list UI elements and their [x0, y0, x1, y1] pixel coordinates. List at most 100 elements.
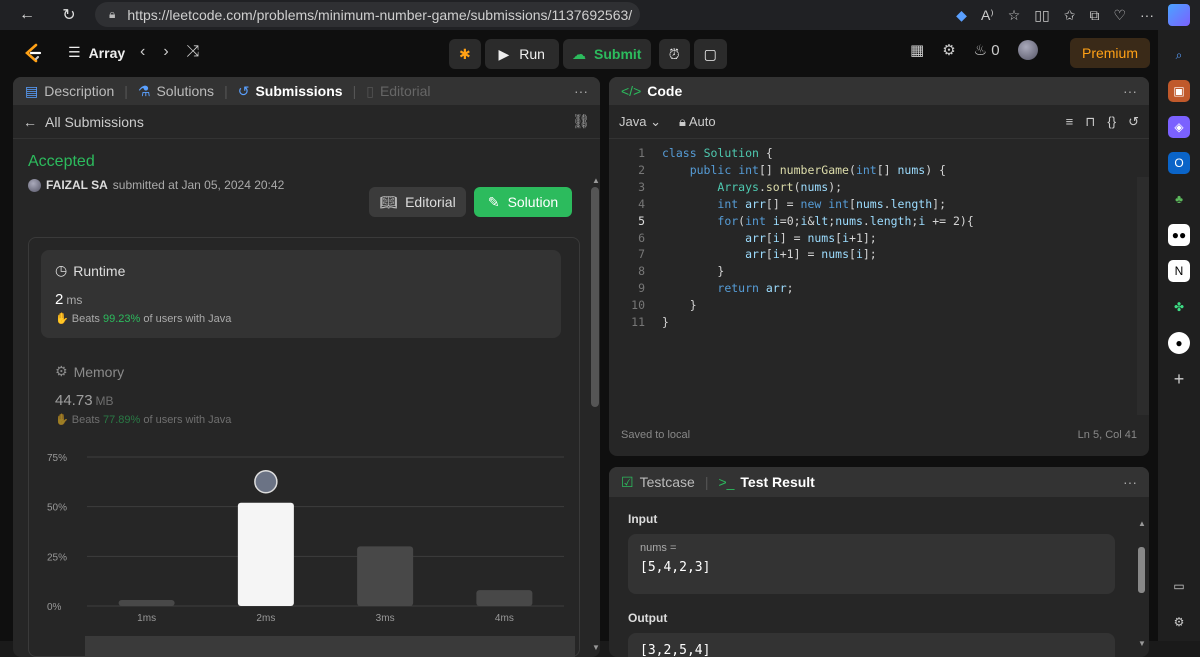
settings-gear-icon[interactable]: ⚙ [942, 41, 955, 59]
test-more-icon[interactable]: ··· [1123, 474, 1137, 490]
auto-mode[interactable]: 🔒︎ Auto [679, 114, 716, 130]
chart-bar[interactable] [237, 502, 294, 606]
scroll-up-icon[interactable]: ▲ [592, 176, 600, 185]
format-icon[interactable]: ≡ [1066, 114, 1074, 130]
profile-icon[interactable] [1168, 4, 1190, 26]
clover-icon[interactable]: ✤ [1168, 296, 1190, 318]
code-scrollbar[interactable] [1137, 177, 1149, 415]
notion-icon[interactable]: N [1168, 260, 1190, 282]
code-icon: </> [621, 83, 642, 99]
github-icon[interactable]: ● [1168, 332, 1190, 354]
chart-bar[interactable] [357, 546, 414, 606]
line-number: 10 [631, 298, 645, 313]
scroll-down-icon[interactable]: ▼ [592, 643, 600, 652]
test-scrollbar[interactable]: ▲ ▼ [1138, 519, 1146, 649]
address-bar[interactable]: 🔒︎ https://leetcode.com/problems/minimum… [95, 2, 640, 27]
tab-description[interactable]: Description [44, 83, 114, 99]
code-line[interactable]: arr[i+1] = nums[i]; [662, 246, 877, 263]
chart-bar[interactable] [118, 600, 175, 606]
link-icon[interactable]: ⛓ [572, 113, 590, 130]
runtime-beats-label: Beats [71, 313, 100, 325]
timer-button[interactable]: ⏰︎ [658, 39, 690, 69]
heart-icon[interactable]: ♡ [1113, 7, 1126, 24]
code-panel-header: </> Code ··· [609, 77, 1149, 105]
submitter-name[interactable]: FAIZAL SA [46, 178, 108, 192]
submit-button[interactable]: ☁ Submit [562, 39, 651, 69]
code-line[interactable]: class Solution { [662, 145, 773, 162]
note-icon: ▢ [703, 45, 717, 62]
braces-icon[interactable]: {} [1107, 114, 1116, 130]
code-editor[interactable]: 1 class Solution {2 public int[] numberGa… [609, 139, 1149, 409]
tab-submissions[interactable]: Submissions [255, 83, 342, 99]
runtime-title: Runtime [73, 262, 126, 279]
refresh-icon[interactable]: ↻ [56, 5, 82, 25]
shuffle-icon[interactable]: ⤨ [187, 43, 200, 61]
code-line[interactable]: } [662, 314, 669, 331]
run-button[interactable]: ▶ Run [484, 39, 559, 69]
next-problem-icon[interactable]: › [163, 43, 168, 61]
play-icon: ▶ [498, 45, 510, 62]
toolbox-icon[interactable]: ▣ [1168, 80, 1190, 102]
settings-icon[interactable]: ⚙ [1168, 611, 1190, 633]
code-line[interactable]: for(int i=0;i&lt;nums.length;i += 2){ [662, 213, 973, 230]
tab-editorial[interactable]: Editorial [380, 83, 431, 99]
star-icon[interactable]: ☆ [1008, 7, 1021, 24]
code-line[interactable]: arr[i] = nums[i+1]; [662, 230, 877, 247]
code-line[interactable]: Arrays.sort(nums); [662, 179, 842, 196]
code-line[interactable]: } [662, 297, 697, 314]
medium-icon[interactable]: ●● [1168, 224, 1190, 246]
all-submissions-link[interactable]: All Submissions [45, 114, 144, 130]
back-arrow-icon[interactable]: ← [23, 114, 37, 130]
panel-more-icon[interactable]: ··· [574, 83, 588, 99]
layout-grid-icon[interactable]: ▦ [910, 41, 924, 59]
read-aloud-icon[interactable]: A⁾ [981, 7, 994, 24]
premium-button[interactable]: Premium [1070, 38, 1150, 68]
problem-list-label: Array [88, 44, 126, 61]
code-line[interactable]: public int[] numberGame(int[] nums) { [662, 162, 946, 179]
tree-icon[interactable]: ♣ [1168, 188, 1190, 210]
reset-icon[interactable]: ↺ [1128, 114, 1139, 130]
chart-bar[interactable] [476, 590, 533, 606]
streak-counter[interactable]: ♨ 0 [974, 41, 1000, 59]
runtime-card[interactable]: ◷ Runtime 2 ms ✋ Beats 99.23% of users wit… [41, 250, 561, 338]
copilot-icon[interactable]: ◈ [1168, 116, 1190, 138]
leetcode-logo-icon[interactable] [22, 42, 44, 64]
solution-button[interactable]: ✎ Solution [474, 187, 572, 217]
prev-problem-icon[interactable]: ‹ [140, 43, 145, 61]
favorites-icon[interactable]: ✩ [1064, 7, 1076, 24]
sidebar-toggle-icon[interactable]: ▭ [1168, 575, 1190, 597]
split-screen-icon[interactable]: ▯▯ [1034, 7, 1049, 24]
more-icon[interactable]: ··· [1140, 7, 1154, 23]
code-line[interactable]: int arr[] = new int[nums.length]; [662, 196, 946, 213]
history-icon: ↺ [237, 82, 250, 99]
back-icon[interactable]: ← [14, 6, 40, 24]
notes-button[interactable]: ▢ [693, 39, 727, 69]
code-line[interactable]: return arr; [662, 280, 793, 297]
bookmark-icon[interactable]: ⊓ [1085, 114, 1095, 130]
tab-test-result[interactable]: Test Result [740, 474, 814, 490]
line-number: 8 [638, 264, 645, 279]
problem-list-button[interactable]: ☰ Array [68, 44, 125, 61]
tab-testcase[interactable]: Testcase [640, 474, 695, 490]
debug-button[interactable]: ✱ [449, 39, 481, 69]
left-scrollbar[interactable] [591, 187, 599, 407]
add-icon[interactable]: + [1168, 368, 1190, 390]
user-avatar[interactable] [1017, 40, 1038, 60]
code-more-icon[interactable]: ··· [1123, 83, 1137, 99]
runtime-distribution-chart[interactable]: 0% 25% 50% 75% 1ms 2ms 3ms 4ms [29, 448, 581, 657]
top-nav: ☰ Array ‹ › ⤨ ✱ ▶ Run ☁ Submit ⏰︎ ▢ ▦ ⚙ … [0, 30, 1158, 76]
tag-icon[interactable]: ◆ [956, 7, 967, 24]
alarm-icon: ⏰︎ [668, 45, 680, 62]
code-toolbar: Java ⌄ 🔒︎ Auto ≡ ⊓ {} ↺ [609, 105, 1149, 139]
input-value: [5,4,2,3] [640, 560, 711, 575]
editorial-button[interactable]: 📖︎ Editorial [369, 187, 466, 217]
outlook-icon[interactable]: O [1168, 152, 1190, 174]
code-line[interactable]: } [662, 263, 724, 280]
tab-solutions[interactable]: Solutions [156, 83, 214, 99]
line-number: 7 [638, 247, 645, 262]
bug-icon: ✱ [459, 45, 471, 62]
memory-card[interactable]: ⚙ Memory 44.73 MB ✋ Beats 77.89% of users … [55, 363, 555, 426]
collections-icon[interactable]: ⧉ [1089, 7, 1099, 24]
language-select[interactable]: Java ⌄ [619, 114, 661, 130]
search-icon[interactable]: ⌕ [1168, 44, 1190, 66]
